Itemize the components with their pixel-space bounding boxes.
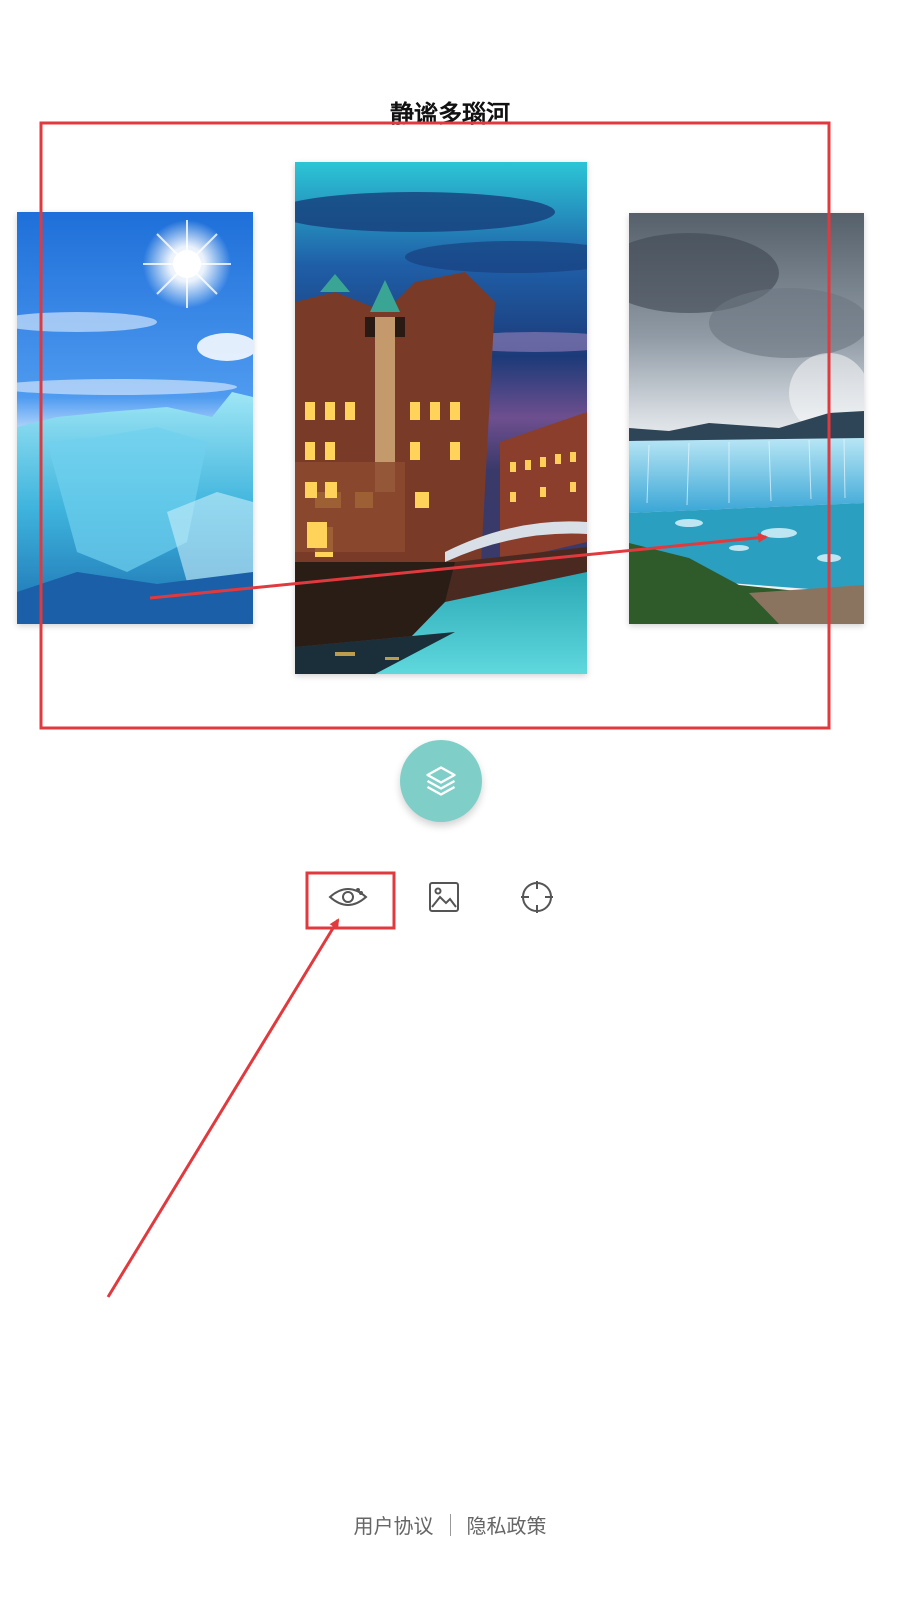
footer-divider bbox=[449, 1513, 451, 1536]
carousel-card-center[interactable] bbox=[295, 162, 587, 674]
carousel-card-left[interactable] bbox=[17, 212, 253, 624]
preview-button[interactable] bbox=[320, 872, 376, 922]
glacier-lake-image bbox=[629, 213, 864, 624]
footer: 用户协议 隐私政策 bbox=[0, 1510, 900, 1539]
layers-button[interactable] bbox=[400, 740, 482, 822]
page-title: 静谧多瑙河 bbox=[390, 100, 510, 128]
layers-icon bbox=[426, 766, 456, 796]
glacier-ice-image bbox=[17, 212, 253, 624]
carousel-card-right[interactable] bbox=[629, 213, 864, 624]
user-agreement-link[interactable]: 用户协议 bbox=[354, 1510, 434, 1539]
eye-icon bbox=[328, 888, 368, 906]
annotation-eye-arrow bbox=[106, 918, 340, 1298]
image-icon bbox=[429, 882, 459, 912]
privacy-policy-link[interactable]: 隐私政策 bbox=[467, 1510, 547, 1539]
crosshair-icon bbox=[521, 881, 553, 913]
locate-button[interactable] bbox=[509, 872, 565, 922]
image-button[interactable] bbox=[416, 872, 472, 922]
city-canal-image bbox=[295, 162, 587, 674]
